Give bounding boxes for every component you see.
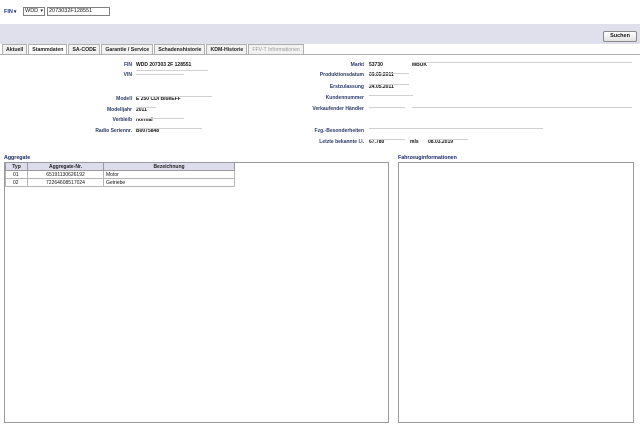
fahrzeuginformationen-title: Fahrzeuginformationen xyxy=(398,155,457,161)
tab-divider xyxy=(0,54,640,55)
cell-bezeichnung: Getriebe xyxy=(103,178,235,187)
km-label: Letzte bekannte l.l. xyxy=(319,139,364,145)
haendler-underline xyxy=(369,107,405,108)
column-typ[interactable]: Typ xyxy=(5,162,28,171)
vin-underline xyxy=(136,74,184,75)
fin-label: FIN xyxy=(123,62,132,68)
radio-serial-underline xyxy=(136,128,202,129)
table-row[interactable]: 02 72264608517024 Getriebe xyxy=(5,178,235,187)
haendler-name-underline xyxy=(412,107,632,108)
km-underline xyxy=(369,139,405,140)
besonderheiten-underline xyxy=(369,128,543,129)
markt-underline xyxy=(412,62,632,63)
chevron-down-icon: ▾ xyxy=(40,8,43,14)
chevron-down-icon: ▾ xyxy=(13,9,17,15)
cell-aggregate-nr: 72264608517024 xyxy=(27,178,104,187)
besonderheiten-label: Fzg.-Besonderheiten xyxy=(314,128,364,134)
table-row[interactable]: 01 65191130626192 Motor xyxy=(5,170,235,179)
km-unit: mls xyxy=(410,139,419,145)
erstzulassung-underline xyxy=(369,84,409,85)
kundennummer-underline xyxy=(369,95,413,96)
modelljahr-label: Modelljahr xyxy=(106,107,132,113)
cell-typ: 01 xyxy=(5,170,28,179)
fin-search-input[interactable]: 2073032F128551 xyxy=(47,7,110,16)
markt-label: Markt xyxy=(350,62,364,68)
verbleib-label: Verbleib xyxy=(112,117,132,123)
radio-serial-label: Radio Seriennr. xyxy=(95,128,132,134)
brand-value: WDD xyxy=(25,8,39,14)
aggregate-title: Aggregate xyxy=(4,155,31,161)
table-header-row: Typ Aggregate-Nr. Bezeichnung xyxy=(5,162,235,171)
fin-value: WDD 207303 2F 128551 xyxy=(136,62,192,68)
fahrzeuginformationen-panel xyxy=(398,162,634,423)
fin-underline xyxy=(136,70,208,71)
search-button[interactable]: Suchen xyxy=(603,31,637,42)
vin-label: VIN xyxy=(123,72,132,78)
search-bar: FIN▾ WDD ▾ 2073032F128551 xyxy=(0,0,640,24)
fin-search-value: 2073032F128551 xyxy=(49,8,93,14)
produktionsdatum-underline xyxy=(369,73,409,74)
cell-bezeichnung: Motor xyxy=(103,170,235,179)
produktionsdatum-label: Produktionsdatum xyxy=(319,72,364,78)
search-type-select[interactable]: FIN▾ xyxy=(4,9,16,15)
toolbar-band xyxy=(0,24,640,44)
modell-underline xyxy=(136,96,212,97)
markt-value: 53730 xyxy=(369,62,383,68)
modelljahr-underline xyxy=(136,107,156,108)
verbleib-underline xyxy=(136,118,184,119)
km-date-underline xyxy=(428,139,468,140)
cell-typ: 02 xyxy=(5,178,28,187)
brand-dropdown[interactable]: WDD ▾ xyxy=(23,7,45,16)
kundennummer-label: Kundennummer xyxy=(325,95,364,101)
column-aggregate-nr[interactable]: Aggregate-Nr. xyxy=(27,162,104,171)
aggregate-panel xyxy=(4,162,389,423)
aggregate-table: Typ Aggregate-Nr. Bezeichnung 01 6519113… xyxy=(5,162,235,187)
column-bezeichnung[interactable]: Bezeichnung xyxy=(103,162,235,171)
erstzulassung-label: Erstzulassung xyxy=(329,84,364,90)
modell-label: Modell xyxy=(116,96,132,102)
cell-aggregate-nr: 65191130626192 xyxy=(27,170,104,179)
haendler-label: Verkaufender Händler xyxy=(312,106,364,112)
search-type-label: FIN xyxy=(4,9,13,15)
